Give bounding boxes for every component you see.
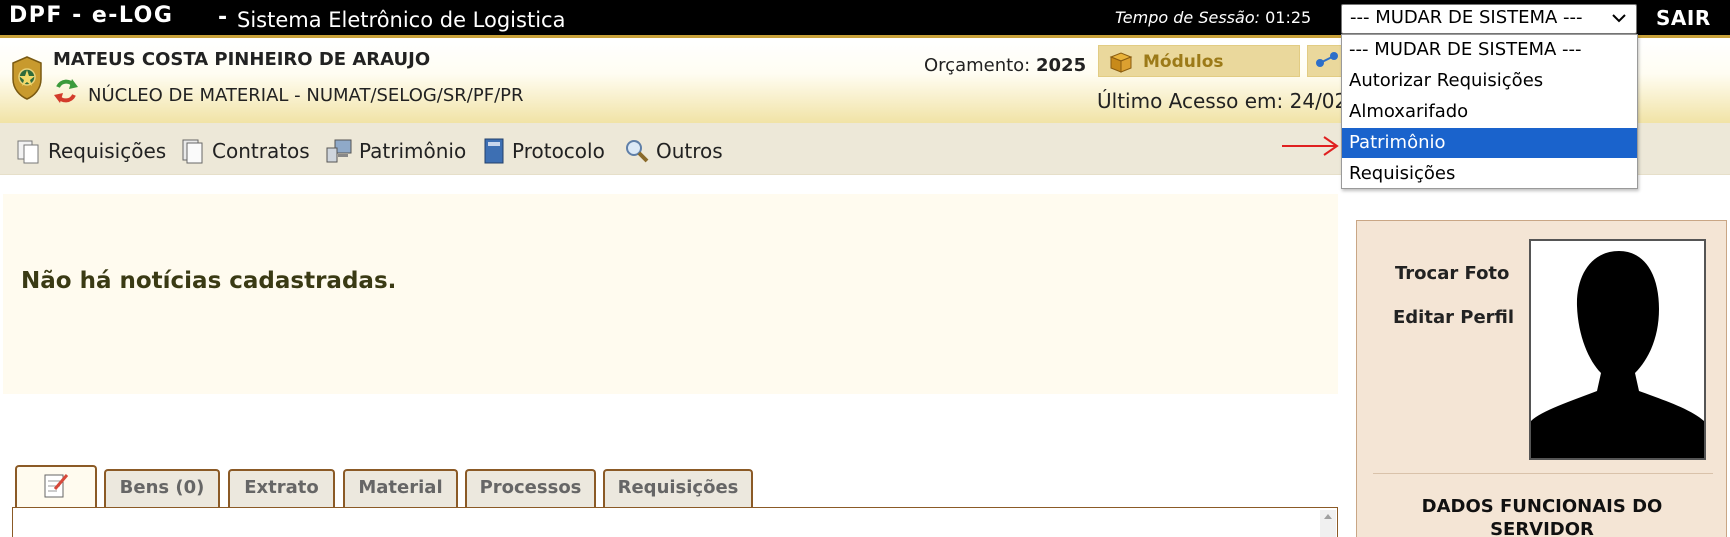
document-icon	[182, 139, 203, 164]
session-label: Tempo de Sessão:	[1115, 8, 1260, 27]
menu-item-requisicoes[interactable]: Requisições	[16, 137, 166, 165]
police-crest-icon	[12, 56, 42, 100]
profile-photo	[1529, 239, 1706, 460]
session-time: 01:25	[1265, 8, 1312, 27]
menu-label: Requisições	[48, 139, 167, 163]
menu-item-patrimonio[interactable]: Patrimônio	[325, 137, 466, 165]
elog-page: DPF - e-LOG - Sistema Eletrônico de Logi…	[0, 0, 1730, 537]
menu-label: Patrimônio	[359, 139, 467, 163]
profile-panel: Trocar Foto Editar Perfil DADOS FUNCIONA…	[1356, 220, 1727, 537]
logout-button[interactable]: SAIR	[1656, 6, 1711, 30]
news-panel: Não há notícias cadastradas.	[3, 194, 1338, 394]
menu-item-protocolo[interactable]: Protocolo	[482, 137, 605, 165]
top-bar: DPF - e-LOG - Sistema Eletrônico de Logi…	[0, 0, 1730, 38]
title-separator: -	[218, 5, 228, 30]
magnifier-icon	[626, 140, 649, 163]
tab-content	[12, 507, 1338, 537]
tab-notes[interactable]	[15, 465, 97, 507]
system-select[interactable]: --- MUDAR DE SISTEMA ---	[1341, 4, 1637, 34]
book-icon	[484, 138, 504, 164]
functional-data-title: DADOS FUNCIONAIS DO SERVIDOR	[1421, 496, 1663, 537]
dropdown-option-selected[interactable]: Patrimônio	[1342, 128, 1637, 158]
budget-label: Orçamento:	[924, 55, 1031, 76]
tab-extrato[interactable]: Extrato	[228, 469, 335, 507]
news-message: Não há notícias cadastradas.	[21, 268, 397, 294]
dropdown-option[interactable]: --- MUDAR DE SISTEMA ---	[1342, 35, 1637, 65]
computer-icon	[326, 139, 352, 163]
package-icon	[1109, 52, 1133, 73]
tab-processos[interactable]: Processos	[465, 469, 596, 507]
change-photo-link[interactable]: Trocar Foto	[1395, 263, 1509, 284]
system-select-value: --- MUDAR DE SISTEMA ---	[1350, 7, 1583, 28]
menu-label: Protocolo	[512, 139, 605, 163]
scroll-up-arrow-icon[interactable]	[1324, 514, 1332, 519]
scrollbar[interactable]	[1320, 510, 1336, 537]
app-title: DPF - e-LOG	[9, 3, 174, 28]
dropdown-option[interactable]: Almoxarifado	[1342, 97, 1637, 127]
dropdown-option[interactable]: Autorizar Requisições	[1342, 66, 1637, 96]
unit-name: NÚCLEO DE MATERIAL - NUMAT/SELOG/SR/PF/P…	[88, 85, 524, 106]
modules-label: Módulos	[1143, 52, 1224, 72]
budget-year: 2025	[1036, 55, 1087, 76]
app-subtitle: Sistema Eletrônico de Logistica	[237, 8, 566, 32]
menu-label: Contratos	[212, 139, 310, 163]
menu-item-contratos[interactable]: Contratos	[180, 137, 310, 165]
session-timer: Tempo de Sessão: 01:25	[1115, 8, 1311, 27]
red-arrow-icon	[1282, 136, 1339, 156]
tab-bens[interactable]: Bens (0)	[104, 469, 220, 507]
chevron-down-icon	[1612, 14, 1626, 23]
dropdown-option[interactable]: Requisições	[1342, 159, 1637, 189]
user-name: MATEUS COSTA PINHEIRO DE ARAUJO	[53, 49, 431, 70]
modules-button[interactable]: Módulos	[1098, 45, 1300, 77]
tab-material[interactable]: Material	[343, 469, 458, 507]
pages-icon	[17, 140, 39, 164]
system-dropdown-list: --- MUDAR DE SISTEMA --- Autorizar Requi…	[1341, 34, 1638, 189]
menu-item-outros[interactable]: Outros	[624, 137, 723, 165]
divider	[1373, 473, 1713, 474]
menu-label: Outros	[656, 139, 723, 163]
refresh-icon[interactable]	[52, 77, 80, 105]
user-silhouette-icon	[1531, 241, 1704, 458]
notepad-icon	[44, 474, 69, 498]
last-access: Último Acesso em: 24/02	[1097, 89, 1348, 113]
tab-requisicoes[interactable]: Requisições	[603, 469, 753, 507]
budget-info: Orçamento: 2025	[924, 55, 1086, 76]
network-icon	[1316, 52, 1338, 67]
edit-profile-link[interactable]: Editar Perfil	[1393, 307, 1514, 328]
